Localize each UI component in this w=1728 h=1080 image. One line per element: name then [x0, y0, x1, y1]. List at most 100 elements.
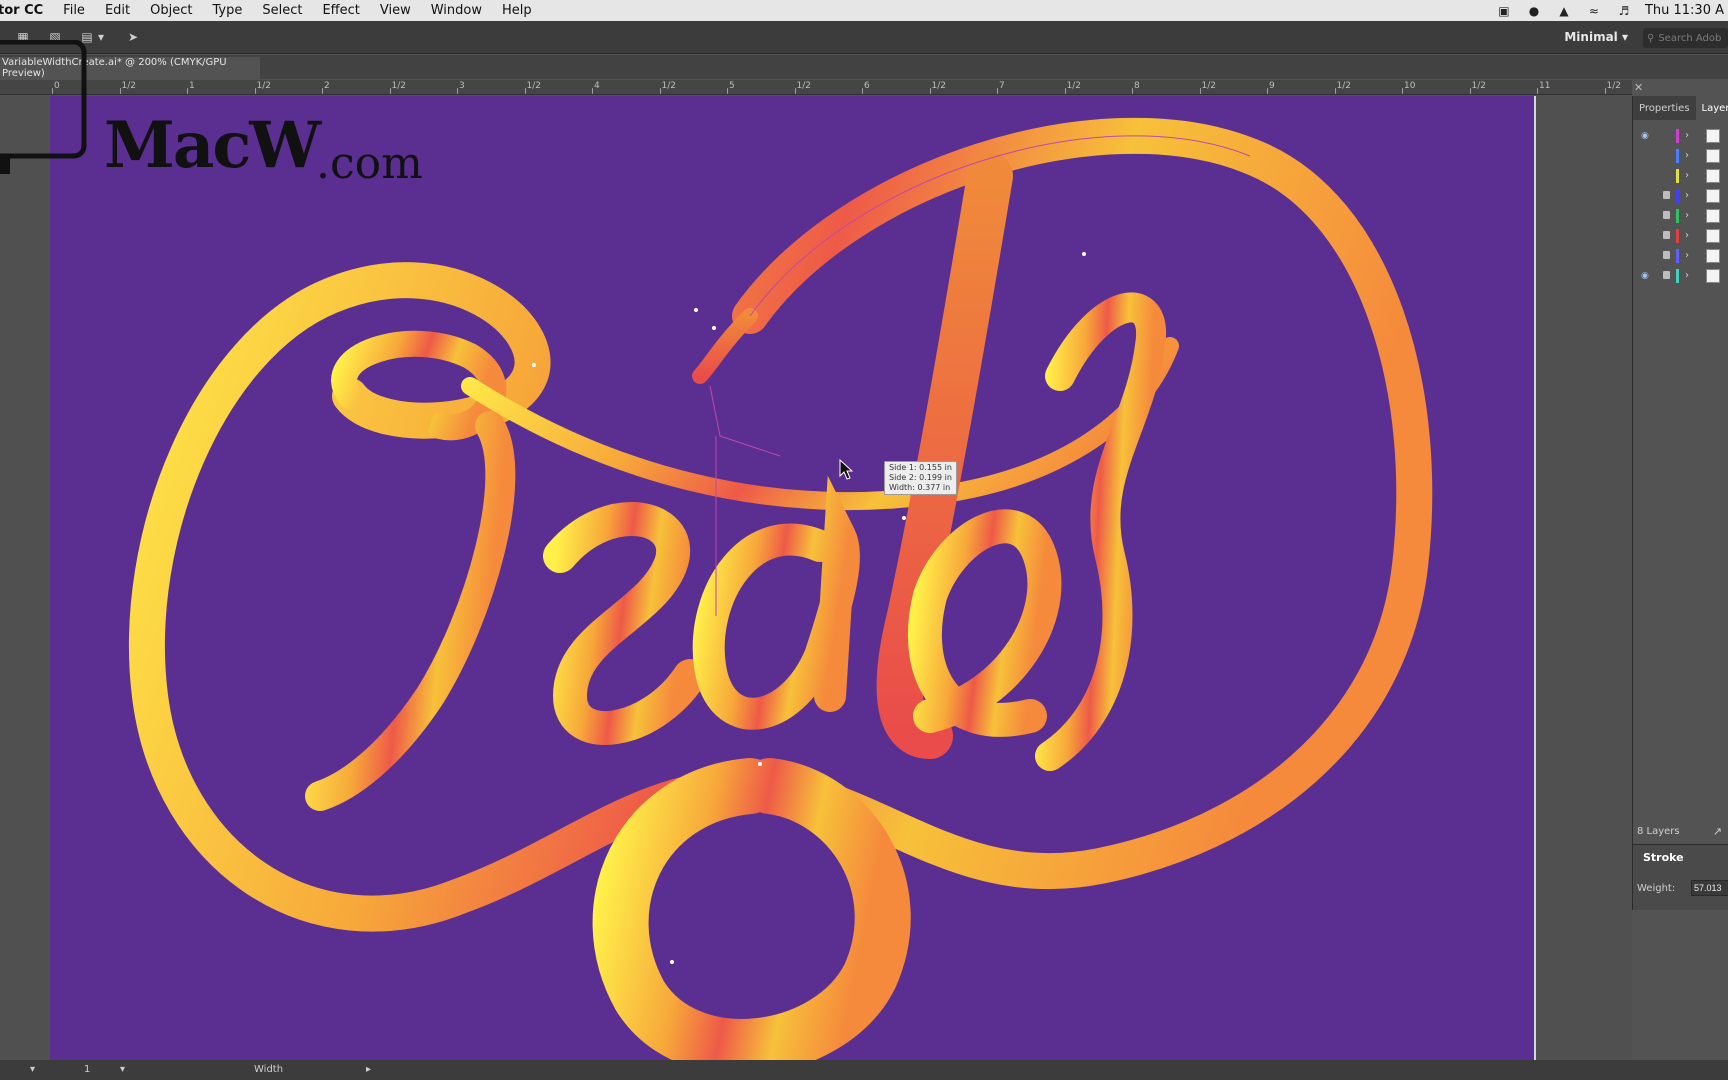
ruler-tick	[389, 88, 391, 94]
workspace-switcher[interactable]: Minimal ▾	[1564, 30, 1628, 44]
layer-color-bar	[1676, 209, 1679, 223]
export-icon[interactable]: ↗	[1713, 825, 1722, 838]
width-tool-cursor-icon	[839, 458, 854, 480]
control-bar: ▦ ▧ ▤ ▾ ➤ Minimal ▾ ⚲ Search Adob	[0, 21, 1728, 54]
artboard-number[interactable]: 1	[84, 1064, 90, 1075]
menu-edit[interactable]: Edit	[95, 3, 140, 18]
chevron-right-icon[interactable]: ›	[1685, 170, 1689, 181]
ruler-tick	[52, 88, 53, 94]
lock-icon[interactable]	[1663, 251, 1670, 259]
eye-icon[interactable]: ◉	[1641, 131, 1649, 141]
tab-properties[interactable]: Properties	[1633, 96, 1696, 120]
search-icon: ⚲	[1647, 32, 1655, 44]
menu-view[interactable]: View	[370, 3, 421, 18]
close-icon[interactable]: ✕	[1634, 81, 1643, 94]
width-tool-tooltip: Side 1: 0.155 in Side 2: 0.199 in Width:…	[884, 461, 957, 495]
layer-color-bar	[1676, 269, 1679, 283]
layer-thumbnail	[1706, 129, 1720, 143]
ruler-tick-label: 1/2	[931, 81, 946, 91]
ruler-tick-label: 8	[1134, 81, 1140, 91]
ruler-tick-label: 6	[864, 81, 870, 91]
create-lettering-artwork[interactable]	[50, 96, 1534, 1060]
layer-color-bar	[1676, 129, 1679, 143]
layer-thumbnail	[1706, 169, 1720, 183]
chevron-right-icon[interactable]: ›	[1685, 270, 1689, 281]
current-tool-label[interactable]: Width	[254, 1064, 283, 1075]
ruler-tick-label: 1/2	[1606, 81, 1621, 91]
clock[interactable]: Thu 11:30 A	[1645, 3, 1724, 18]
search-input[interactable]: ⚲ Search Adob	[1643, 28, 1728, 48]
ruler-tick	[1132, 88, 1133, 94]
ruler-tick-label: 1/2	[1336, 81, 1351, 91]
layer-thumbnail	[1706, 209, 1720, 223]
chevron-right-icon[interactable]: ›	[1685, 150, 1689, 161]
screen-record-icon[interactable]: ▣	[1495, 4, 1513, 18]
artboard[interactable]: Side 1: 0.155 in Side 2: 0.199 in Width:…	[50, 96, 1534, 1060]
ruler-tick	[1064, 88, 1066, 94]
lock-icon[interactable]	[1663, 271, 1670, 279]
status-bar: ▾ 1 ▾ Width ▸	[0, 1060, 1728, 1080]
arrange-documents-icon[interactable]: ▤	[78, 29, 96, 45]
menu-help[interactable]: Help	[492, 3, 542, 18]
menu-object[interactable]: Object	[140, 3, 202, 18]
layers-count: 8 Layers	[1637, 826, 1680, 837]
layer-thumbnail	[1706, 189, 1720, 203]
ruler-tick	[457, 88, 458, 94]
eye-icon[interactable]: ◉	[1641, 271, 1649, 281]
align-icon[interactable]: ▧	[46, 29, 64, 45]
canvas[interactable]: Side 1: 0.155 in Side 2: 0.199 in Width:…	[0, 96, 1632, 1060]
menu-file[interactable]: File	[53, 3, 95, 18]
menu-select[interactable]: Select	[252, 3, 312, 18]
ruler-tick	[862, 88, 863, 94]
menu-bar: tor CC File Edit Object Type Select Effe…	[0, 0, 1728, 21]
ruler-tick	[1334, 88, 1336, 94]
chevron-right-icon[interactable]: ›	[1685, 230, 1689, 241]
ruler-tick	[929, 88, 931, 94]
chevron-right-icon[interactable]: ›	[1685, 130, 1689, 141]
gpu-performance-icon[interactable]: ➤	[124, 29, 142, 45]
chevron-down-icon[interactable]: ▾	[120, 1064, 125, 1075]
layer-row[interactable]: ›	[1633, 226, 1728, 246]
layer-row[interactable]: ›	[1633, 186, 1728, 206]
arrange-icon[interactable]: ▦	[14, 29, 32, 45]
chevron-down-icon[interactable]: ▾	[30, 1064, 35, 1075]
wifi-icon[interactable]: ≈	[1585, 4, 1603, 18]
ruler-tick-label: 1/2	[1471, 81, 1486, 91]
document-tab[interactable]: VariableWidthCreate.ai* @ 200% (CMYK/GPU…	[0, 57, 260, 79]
layer-color-bar	[1676, 249, 1679, 263]
chevron-down-icon[interactable]: ▾	[96, 29, 106, 45]
volume-icon[interactable]: ♬	[1615, 4, 1633, 18]
tab-layers[interactable]: Layers	[1695, 96, 1728, 120]
lock-icon[interactable]	[1663, 211, 1670, 219]
chevron-right-icon[interactable]: ›	[1685, 250, 1689, 261]
layer-row[interactable]: ◉ ›	[1633, 266, 1728, 286]
layer-row[interactable]: ›	[1633, 206, 1728, 226]
ruler-tick-label: 7	[999, 81, 1005, 91]
cast-icon[interactable]: ▲	[1555, 4, 1573, 18]
layer-row[interactable]: ›	[1633, 146, 1728, 166]
layer-row[interactable]: ◉ ›	[1633, 126, 1728, 146]
layer-row[interactable]: ›	[1633, 246, 1728, 266]
stroke-weight-input[interactable]	[1691, 880, 1728, 896]
ruler-tick-label: 1/2	[121, 81, 136, 91]
ruler-tick	[119, 88, 121, 94]
app-menu-name[interactable]: tor CC	[0, 3, 53, 18]
creative-cloud-icon[interactable]: ●	[1525, 4, 1543, 18]
horizontal-ruler[interactable]: 0 1/2 1 1/2 2 1/2 3 1/2 4 1/2 5 1/2 6 1/2 7 1/2 8 1/2 9 1/2…	[0, 80, 1632, 95]
ruler-tick	[524, 88, 526, 94]
lock-icon[interactable]	[1663, 231, 1670, 239]
search-placeholder: Search Adob	[1658, 32, 1722, 44]
menu-type[interactable]: Type	[202, 3, 252, 18]
play-icon[interactable]: ▸	[366, 1064, 371, 1075]
ruler-tick-label: 1	[189, 81, 195, 91]
menu-effect[interactable]: Effect	[312, 3, 369, 18]
chevron-right-icon[interactable]: ›	[1685, 210, 1689, 221]
ruler-tick	[1402, 88, 1403, 94]
layer-color-bar	[1676, 229, 1679, 243]
layer-row[interactable]: ›	[1633, 166, 1728, 186]
ruler-tick-label: 1/2	[1201, 81, 1216, 91]
menu-window[interactable]: Window	[421, 3, 492, 18]
stroke-panel-title[interactable]: Stroke	[1643, 851, 1684, 864]
chevron-right-icon[interactable]: ›	[1685, 190, 1689, 201]
lock-icon[interactable]	[1663, 191, 1670, 199]
